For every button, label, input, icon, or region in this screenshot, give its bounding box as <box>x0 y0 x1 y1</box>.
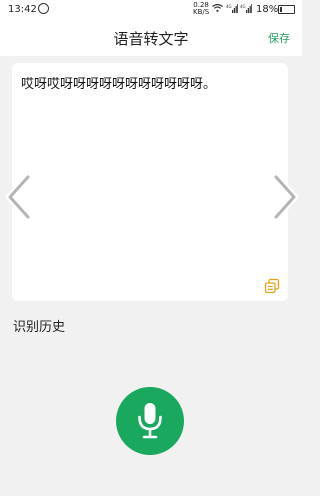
battery-icon <box>278 5 295 14</box>
page-title: 语音转文字 <box>113 30 189 48</box>
battery-percent: 18% <box>256 4 279 15</box>
network-speed: 0.28 KB/S <box>193 2 209 16</box>
wifi-icon <box>212 4 223 12</box>
copy-icon[interactable] <box>264 278 280 294</box>
network-speed-unit: KB/S <box>193 8 210 16</box>
network-label: 4G <box>226 4 232 9</box>
signal-icon: 4G <box>226 4 238 13</box>
save-button[interactable]: 保存 <box>268 30 290 46</box>
alarm-icon <box>38 3 49 14</box>
chevron-left-icon[interactable] <box>6 174 32 220</box>
status-time: 13:42 <box>8 4 37 15</box>
chevron-right-icon[interactable] <box>272 174 298 220</box>
transcript-text[interactable]: 哎呀哎呀呀呀呀呀呀呀呀呀呀呀。 <box>21 73 216 92</box>
history-label[interactable]: 识别历史 <box>13 316 65 335</box>
header: 语音转文字 保存 <box>0 20 302 56</box>
microphone-icon <box>138 403 162 439</box>
network-label: 4G <box>240 4 246 9</box>
status-bar: 13:42 0.28 KB/S 4G 4G 18% <box>0 0 302 20</box>
transcript-card: 哎呀哎呀呀呀呀呀呀呀呀呀呀呀。 <box>12 63 288 301</box>
record-button[interactable] <box>116 387 184 455</box>
signal-icon: 4G <box>240 4 252 13</box>
